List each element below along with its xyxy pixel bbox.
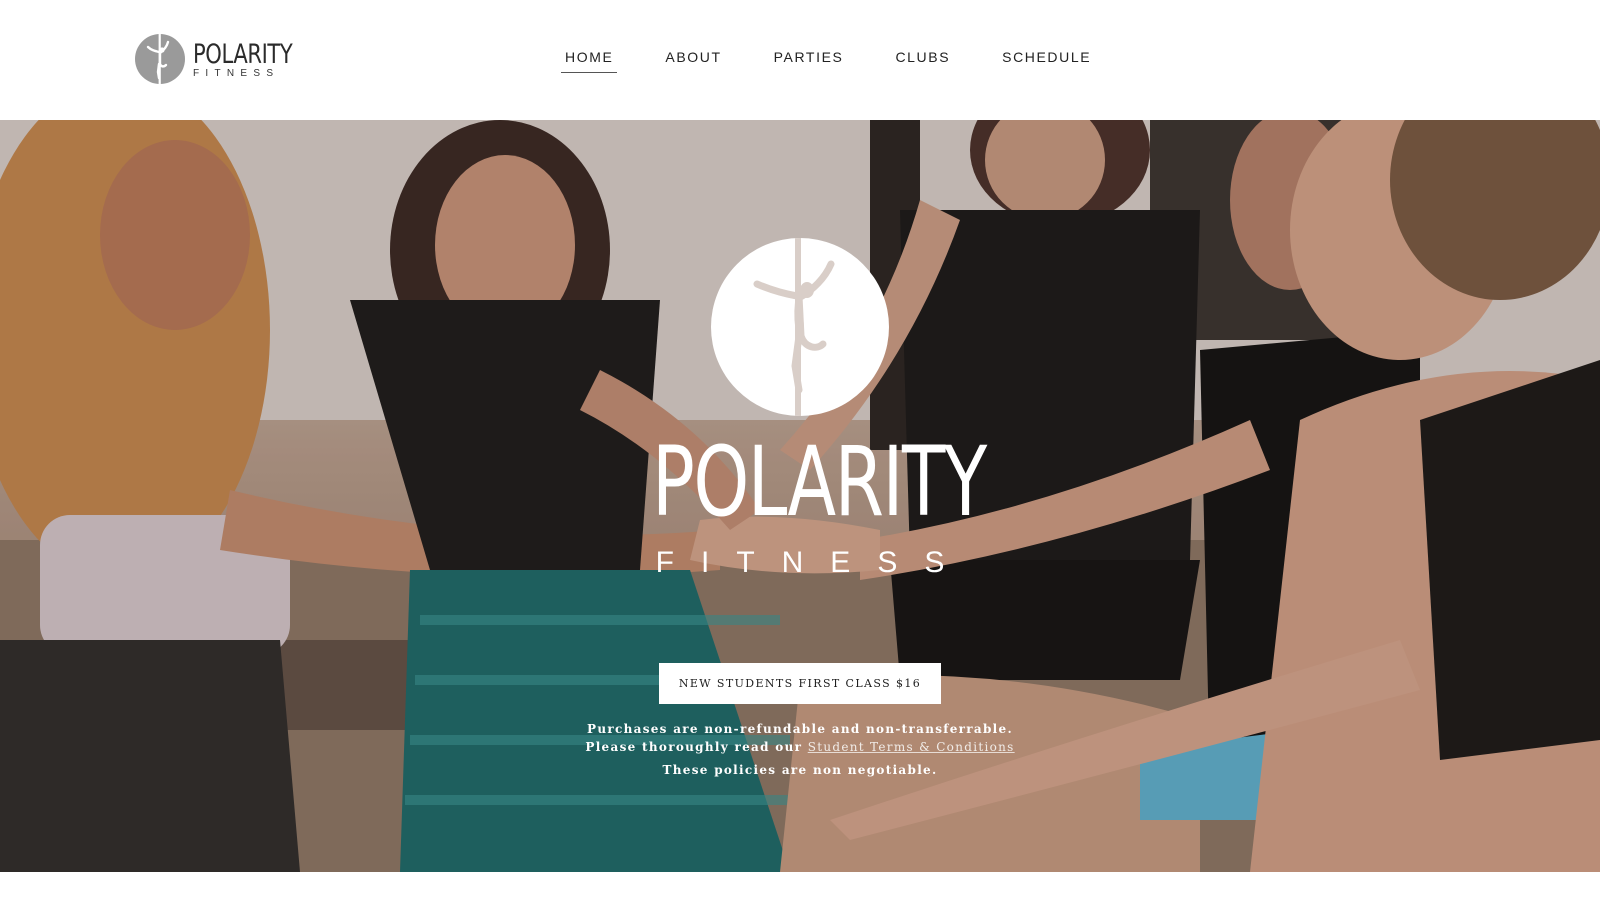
site-logo[interactable]: POLARITY FITNESS xyxy=(135,34,320,84)
nav-item-parties[interactable]: PARTIES xyxy=(770,46,848,73)
notice-line-3: These policies are non negotiable. xyxy=(662,763,938,777)
terms-conditions-link[interactable]: Student Terms & Conditions xyxy=(808,740,1015,754)
hero-pole-dancer-icon xyxy=(711,238,889,416)
logo-tagline: FITNESS xyxy=(193,67,280,79)
notice-line-1: Purchases are non-refundable and non-tra… xyxy=(587,722,1013,736)
nav-item-home[interactable]: HOME xyxy=(561,46,618,73)
nav-item-about[interactable]: ABOUT xyxy=(661,46,725,73)
hero-section: POLARITY FITNESS NEW STUDENTS FIRST CLAS… xyxy=(0,120,1600,872)
pole-dancer-logo-icon xyxy=(135,34,185,84)
nav-item-schedule[interactable]: SCHEDULE xyxy=(998,46,1095,73)
notice-line-2-prefix: Please thoroughly read our xyxy=(585,740,803,754)
main-nav: HOME ABOUT PARTIES CLUBS SCHEDULE xyxy=(561,46,1139,73)
site-header: POLARITY FITNESS HOME ABOUT PARTIES CLUB… xyxy=(0,0,1600,120)
purchase-policy-notice: Purchases are non-refundable and non-tra… xyxy=(500,720,1100,779)
logo-wordmark: POLARITY xyxy=(193,38,293,70)
hero-logo-tagline: FITNESS xyxy=(655,546,972,579)
nav-item-clubs[interactable]: CLUBS xyxy=(891,46,954,73)
notice-line-2: Please thoroughly read our Student Terms… xyxy=(500,738,1100,756)
hero-logo-wordmark: POLARITY xyxy=(652,426,987,538)
new-students-cta-button[interactable]: NEW STUDENTS FIRST CLASS $16 xyxy=(659,663,941,704)
